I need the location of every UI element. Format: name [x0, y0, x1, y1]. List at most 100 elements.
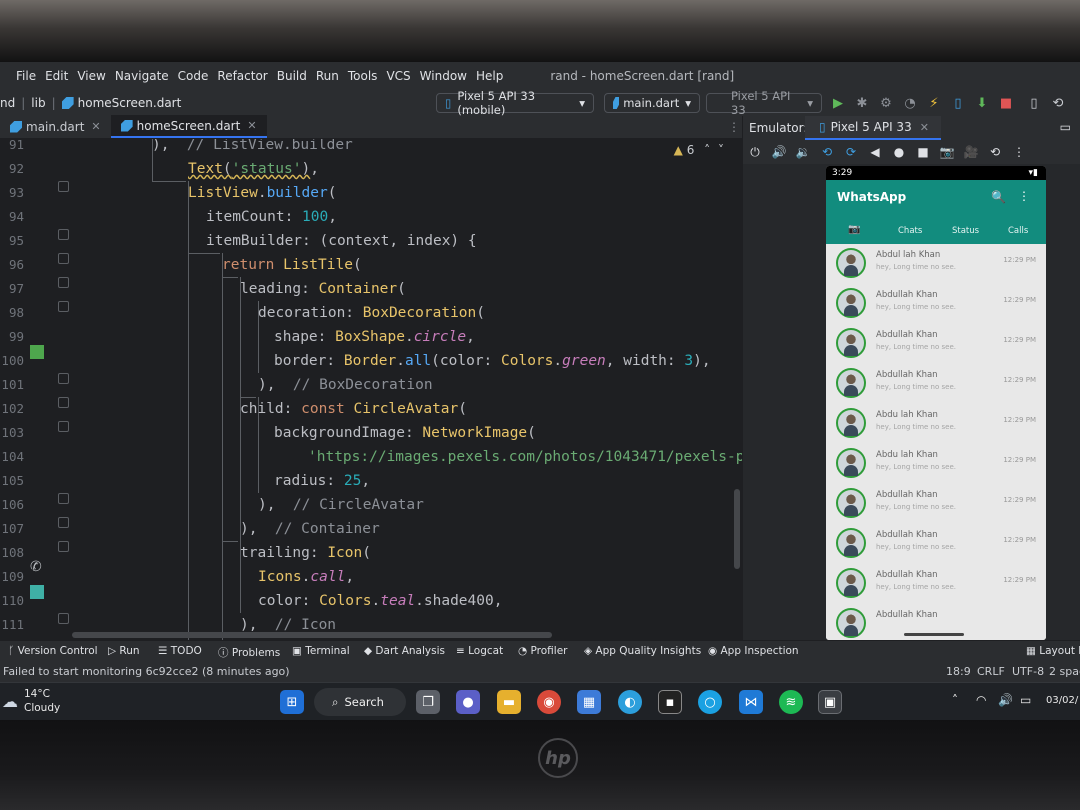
chat-list-item[interactable]: Abdul lah Khan hey, Long time no see. 12…: [826, 244, 1046, 284]
tool-problems[interactable]: ⓘ Problems: [218, 645, 280, 660]
run-icon[interactable]: ▶: [830, 95, 846, 111]
device-selector[interactable]: ▯ Pixel 5 API 33 (mobile) ▾: [436, 89, 594, 117]
volume-up-icon[interactable]: 🔊: [767, 145, 791, 159]
cursor-position[interactable]: 18:9: [946, 665, 971, 678]
fold-marker-icon[interactable]: [58, 517, 69, 528]
fold-marker-icon[interactable]: [58, 493, 69, 504]
more-icon[interactable]: ⋮: [1007, 145, 1031, 159]
microsoft-store-icon[interactable]: ▦: [577, 690, 601, 714]
sdk-manager-icon[interactable]: ⬇: [974, 95, 990, 111]
close-icon[interactable]: ✕: [920, 121, 929, 134]
emulator-tab[interactable]: ▯ Pixel 5 API 33 ✕: [805, 116, 941, 140]
tool-app-inspection[interactable]: ◉ App Inspection: [708, 645, 799, 657]
tool-version-control[interactable]: ᚴ Version Control: [8, 645, 98, 657]
power-icon[interactable]: ⏻: [743, 145, 767, 160]
tab-calls[interactable]: Calls: [1008, 226, 1028, 236]
rotate-right-icon[interactable]: ⟳: [839, 145, 863, 159]
phone-screen[interactable]: 3:29 ▾▮ WhatsApp 🔍 ⋮ 📷 Chats Status Call…: [826, 166, 1046, 640]
back-icon[interactable]: ◀: [863, 145, 887, 159]
maximize-icon[interactable]: ▭: [1060, 120, 1071, 134]
coverage-icon[interactable]: ⚙: [878, 95, 894, 111]
chat-list-item[interactable]: Abdullah Khan hey, Long time no see. 12:…: [826, 524, 1046, 564]
tab-main-dart[interactable]: main.dart ✕: [0, 115, 111, 138]
horizontal-scrollbar[interactable]: [72, 632, 552, 638]
battery-icon[interactable]: ▭: [1020, 693, 1031, 707]
weather-widget[interactable]: 14°C Cloudy: [24, 687, 60, 715]
taskbar-search[interactable]: ⌕ Search: [314, 688, 406, 716]
code-editor[interactable]: 91 92 93 94 95 96 97 98 99 100 101 102 1…: [0, 139, 742, 640]
close-icon[interactable]: ✕: [247, 119, 256, 132]
color-swatch-teal-icon[interactable]: [30, 585, 44, 599]
spotify-icon[interactable]: ≋: [779, 690, 803, 714]
menu-navigate[interactable]: Navigate: [115, 69, 169, 83]
run-config-selector[interactable]: main.dart ▾: [604, 93, 700, 113]
tool-todo[interactable]: ☰ TODO: [158, 645, 202, 657]
wifi-icon[interactable]: ◠: [976, 693, 986, 707]
sync-icon[interactable]: ⟲: [1050, 95, 1066, 111]
menu-edit[interactable]: Edit: [45, 69, 68, 83]
tool-dart-analysis[interactable]: ◆ Dart Analysis: [364, 645, 445, 657]
android-studio-icon[interactable]: ▣: [818, 690, 842, 714]
volume-icon[interactable]: 🔊: [998, 693, 1013, 707]
fold-marker-icon[interactable]: [58, 181, 69, 192]
color-swatch-green-icon[interactable]: [30, 345, 44, 359]
menu-file[interactable]: File: [16, 69, 36, 83]
chat-list-item[interactable]: Abdullah Khan hey, Long time no see. 12:…: [826, 284, 1046, 324]
more-vert-icon[interactable]: ⋮: [1018, 189, 1030, 203]
menu-tools[interactable]: Tools: [348, 69, 378, 83]
task-view-icon[interactable]: ❐: [416, 690, 440, 714]
more-tabs-icon[interactable]: ⋮: [728, 120, 740, 134]
tool-profiler[interactable]: ◔ Profiler: [518, 645, 567, 657]
code-area[interactable]: ), // ListView.builder Text('status'), L…: [82, 139, 742, 640]
menu-build[interactable]: Build: [277, 69, 307, 83]
tab-homescreen-dart[interactable]: homeScreen.dart ✕: [110, 115, 267, 138]
file-encoding[interactable]: UTF-8: [1012, 665, 1044, 678]
close-icon[interactable]: ✕: [91, 120, 100, 133]
tool-app-quality-insights[interactable]: ◈ App Quality Insights: [584, 645, 701, 657]
indent-setting[interactable]: 2 spac: [1049, 665, 1080, 678]
fold-marker-icon[interactable]: [58, 397, 69, 408]
chat-list-item[interactable]: Abdu lah Khan hey, Long time no see. 12:…: [826, 444, 1046, 484]
fold-marker-icon[interactable]: [58, 301, 69, 312]
inspection-widget[interactable]: ▲ 6 ˄ ˅: [674, 143, 724, 157]
chat-list-item[interactable]: Abdu lah Khan hey, Long time no see. 12:…: [826, 404, 1046, 444]
windows-start-icon[interactable]: ⊞: [280, 690, 304, 714]
breadcrumb-root[interactable]: nd: [0, 96, 15, 110]
chat-list-item[interactable]: Abdullah Khan hey, Long time no see. 12:…: [826, 484, 1046, 524]
menu-help[interactable]: Help: [476, 69, 503, 83]
avd-selector[interactable]: Pixel 5 API 33 ▾: [706, 89, 822, 117]
avd-manager-icon[interactable]: ▯: [1026, 95, 1042, 111]
chrome-icon[interactable]: ◉: [537, 690, 561, 714]
cortana-icon[interactable]: ○: [698, 690, 722, 714]
breadcrumb-lib[interactable]: lib: [31, 96, 45, 110]
vscode-icon[interactable]: ⋈: [739, 690, 763, 714]
fold-marker-icon[interactable]: [58, 613, 69, 624]
fold-marker-icon[interactable]: [58, 541, 69, 552]
screenshot-icon[interactable]: 📷: [935, 145, 959, 159]
tool-run[interactable]: ▷ Run: [108, 645, 140, 657]
search-icon[interactable]: 🔍: [991, 190, 1006, 204]
camera-icon[interactable]: 📷: [848, 224, 860, 235]
menu-run[interactable]: Run: [316, 69, 339, 83]
record-icon[interactable]: 🎥: [959, 145, 983, 159]
file-explorer-icon[interactable]: ▬: [497, 690, 521, 714]
menu-window[interactable]: Window: [420, 69, 467, 83]
gesture-nav-bar[interactable]: [904, 633, 964, 636]
chat-list-item[interactable]: Abdullah Khan hey, Long time no see. 12:…: [826, 564, 1046, 604]
taskbar-date[interactable]: 03/02/: [1046, 695, 1078, 706]
tool-terminal[interactable]: ▣ Terminal: [292, 645, 350, 657]
status-message[interactable]: Failed to start monitoring 6c92cce2 (8 m…: [3, 665, 290, 678]
device-manager-icon[interactable]: ▯: [950, 95, 966, 111]
chat-list-item[interactable]: Abdullah Khan hey, Long time no see. 12:…: [826, 324, 1046, 364]
profile-icon[interactable]: ◔: [902, 95, 918, 111]
overview-icon[interactable]: ■: [911, 145, 935, 159]
home-icon[interactable]: ●: [887, 145, 911, 159]
breadcrumb-file[interactable]: homeScreen.dart: [78, 96, 182, 110]
rotate-left-icon[interactable]: ⟲: [815, 145, 839, 159]
tab-status[interactable]: Status: [952, 226, 979, 236]
jetbrains-icon[interactable]: ▪: [658, 690, 682, 714]
chevron-up-icon[interactable]: ˄: [952, 693, 958, 707]
stop-icon[interactable]: ■: [998, 95, 1014, 111]
hot-reload-icon[interactable]: ⚡: [926, 95, 942, 111]
fold-marker-icon[interactable]: [58, 277, 69, 288]
